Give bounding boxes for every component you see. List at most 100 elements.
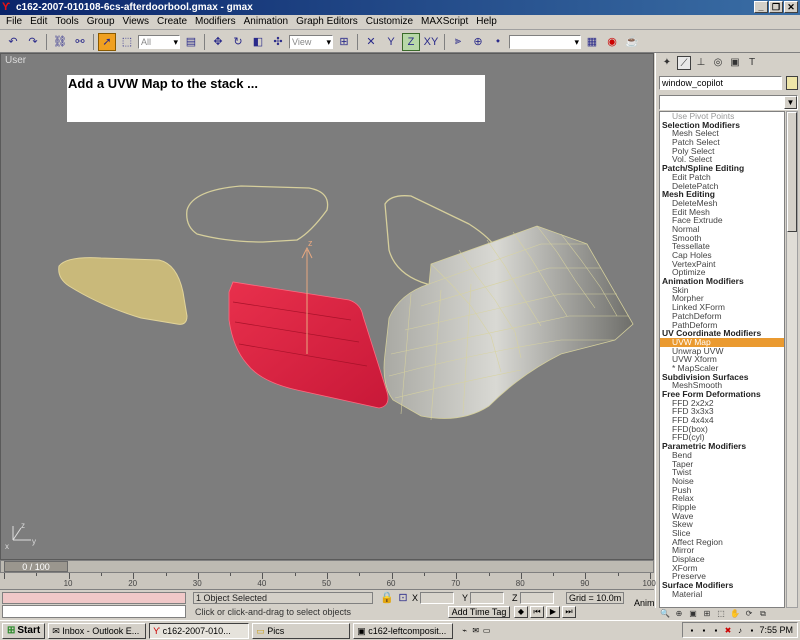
spacing-icon[interactable]: ⬩ (489, 33, 507, 51)
time-slider[interactable]: 0 / 100 (0, 560, 654, 573)
outline-window-left[interactable] (186, 185, 329, 243)
tan-window-mesh[interactable] (58, 257, 188, 325)
key-mode-icon[interactable]: ◆ (514, 606, 528, 618)
start-button[interactable]: ⊞ Start (2, 622, 46, 639)
selected-red-window[interactable] (228, 281, 389, 409)
zoom-extents-icon[interactable]: ▣ (687, 608, 699, 619)
create-tab-icon[interactable]: ✦ (660, 56, 674, 70)
redo-icon[interactable]: ↷ (24, 33, 42, 51)
menu-edit[interactable]: Edit (26, 15, 51, 29)
user-viewport[interactable]: User z y z x Add a UVW Map to the stack … (0, 53, 654, 560)
axis-z-button[interactable]: Z (402, 32, 420, 51)
align-icon[interactable]: ⊕ (469, 33, 487, 51)
tray-icon[interactable]: ▪ (687, 626, 696, 635)
lock-selection-icon[interactable]: 🔒 (380, 590, 394, 604)
chevron-down-icon[interactable]: ▼ (784, 96, 797, 109)
gmax-app-icon[interactable]: Ƴ (2, 1, 14, 13)
modifier-list-item[interactable]: Material (660, 590, 784, 599)
maxscript-listener-mini[interactable] (2, 592, 186, 604)
axis-xy-button[interactable]: XY (422, 33, 440, 51)
menu-help[interactable]: Help (472, 15, 501, 29)
menu-create[interactable]: Create (153, 15, 191, 29)
selection-filter-dropdown[interactable]: All (138, 34, 180, 49)
minimize-button[interactable]: _ (754, 1, 768, 13)
volume-icon[interactable]: ♪ (735, 626, 744, 635)
time-slider-thumb[interactable]: 0 / 100 (4, 561, 68, 572)
menu-graph-editors[interactable]: Graph Editors (292, 15, 362, 29)
add-time-tag-button[interactable]: Add Time Tag (448, 606, 510, 618)
z-coord-field[interactable] (520, 592, 554, 604)
track-bar[interactable]: 10 20 30 40 50 60 70 80 90 100 (0, 573, 656, 590)
menu-views[interactable]: Views (119, 15, 154, 29)
tray-icon[interactable]: ▪ (699, 626, 708, 635)
y-coord-field[interactable] (470, 592, 504, 604)
utilities-tab-icon[interactable]: T (745, 56, 759, 70)
selection-region-icon[interactable]: ⬚ (118, 33, 136, 51)
object-color-swatch[interactable] (786, 76, 798, 90)
modifier-list[interactable]: Use Pivot Points Selection Modifiers Mesh … (659, 111, 785, 608)
region-zoom-icon[interactable]: ⬚ (715, 608, 727, 619)
select-by-name-icon[interactable]: ▤ (182, 33, 200, 51)
menu-modifiers[interactable]: Modifiers (191, 15, 240, 29)
go-to-end-icon[interactable]: ⏭ (562, 606, 576, 618)
motion-tab-icon[interactable]: ◎ (711, 56, 725, 70)
mirror-icon[interactable]: ⫸ (449, 33, 467, 51)
animate-toggle[interactable]: Anim (634, 598, 655, 608)
outlook-tray-icon[interactable]: ✉ (471, 626, 480, 635)
unlink-icon[interactable]: ⚯ (71, 33, 89, 51)
absolute-mode-icon[interactable]: ⊡ (396, 590, 410, 604)
restore-button[interactable]: ❐ (769, 1, 783, 13)
axis-x-icon[interactable]: ✕ (362, 33, 380, 51)
menu-maxscript[interactable]: MAXScript (417, 15, 472, 29)
arc-rotate-icon[interactable]: ⟳ (743, 608, 755, 619)
close-button[interactable]: ✕ (784, 1, 798, 13)
hierarchy-tab-icon[interactable]: ⊥ (694, 56, 708, 70)
axis-y-icon[interactable]: Y (382, 33, 400, 51)
clock[interactable]: 7:55 PM (759, 625, 793, 635)
taskbar-button-gmax[interactable]: Ƴ c162-2007-010... (149, 622, 250, 639)
zoom-all-icon[interactable]: ⊕ (673, 608, 685, 619)
modifier-list-dropdown[interactable]: ▼ (659, 95, 798, 110)
menu-file[interactable]: File (2, 15, 26, 29)
tray-icon[interactable]: ✖ (723, 626, 732, 635)
named-selection-dropdown[interactable] (509, 34, 581, 49)
go-to-start-icon[interactable]: ⏮ (530, 606, 544, 618)
link-icon[interactable]: ⛓ (51, 33, 69, 51)
quick-render-icon[interactable]: ☕ (623, 33, 641, 51)
render-icon[interactable]: ◉ (603, 33, 621, 51)
menu-animation[interactable]: Animation (240, 15, 292, 29)
scrollbar-thumb[interactable] (787, 112, 797, 232)
select-object-icon[interactable]: ➚ (98, 32, 116, 51)
pan-icon[interactable]: ✣ (269, 33, 287, 51)
maxscript-input[interactable] (2, 605, 186, 618)
object-name-field[interactable]: window_copilot (659, 76, 782, 90)
modifier-list-scrollbar[interactable] (786, 111, 798, 608)
tray-icon[interactable]: ▪ (711, 626, 720, 635)
undo-icon[interactable]: ↶ (4, 33, 22, 51)
pivot-center-icon[interactable]: ⊞ (335, 33, 353, 51)
scale-icon[interactable]: ◧ (249, 33, 267, 51)
glass-wireframe-mesh[interactable] (383, 225, 634, 421)
min-max-toggle-icon[interactable]: ⧉ (757, 608, 769, 619)
taskbar-button-outlook[interactable]: ✉ Inbox - Outlook E... (48, 622, 147, 639)
modify-tab-icon[interactable]: ⟋ (677, 56, 691, 70)
zoom-icon[interactable]: 🔍 (659, 608, 671, 619)
play-icon[interactable]: ▶ (546, 606, 560, 618)
material-editor-icon[interactable]: ▦ (583, 33, 601, 51)
taskbar-button-image[interactable]: ▣ c162-leftcomposit... (353, 622, 454, 639)
menu-tools[interactable]: Tools (51, 15, 82, 29)
taskbar-button-pics[interactable]: ▭ Pics (252, 622, 351, 639)
menu-group[interactable]: Group (83, 15, 119, 29)
zoom-extents-all-icon[interactable]: ⊞ (701, 608, 713, 619)
display-tab-icon[interactable]: ▣ (728, 56, 742, 70)
pan-view-icon[interactable]: ✋ (729, 608, 741, 619)
tray-icon[interactable]: ▪ (747, 626, 756, 635)
move-icon[interactable]: ✥ (209, 33, 227, 51)
explorer-icon[interactable]: ▭ (482, 626, 491, 635)
x-coord-field[interactable] (420, 592, 454, 604)
network-icon[interactable]: ⌁ (460, 626, 469, 635)
toolbar-divider (46, 33, 47, 50)
reference-coordinate-dropdown[interactable]: View (289, 34, 333, 49)
rotate-icon[interactable]: ↻ (229, 33, 247, 51)
menu-customize[interactable]: Customize (362, 15, 417, 29)
